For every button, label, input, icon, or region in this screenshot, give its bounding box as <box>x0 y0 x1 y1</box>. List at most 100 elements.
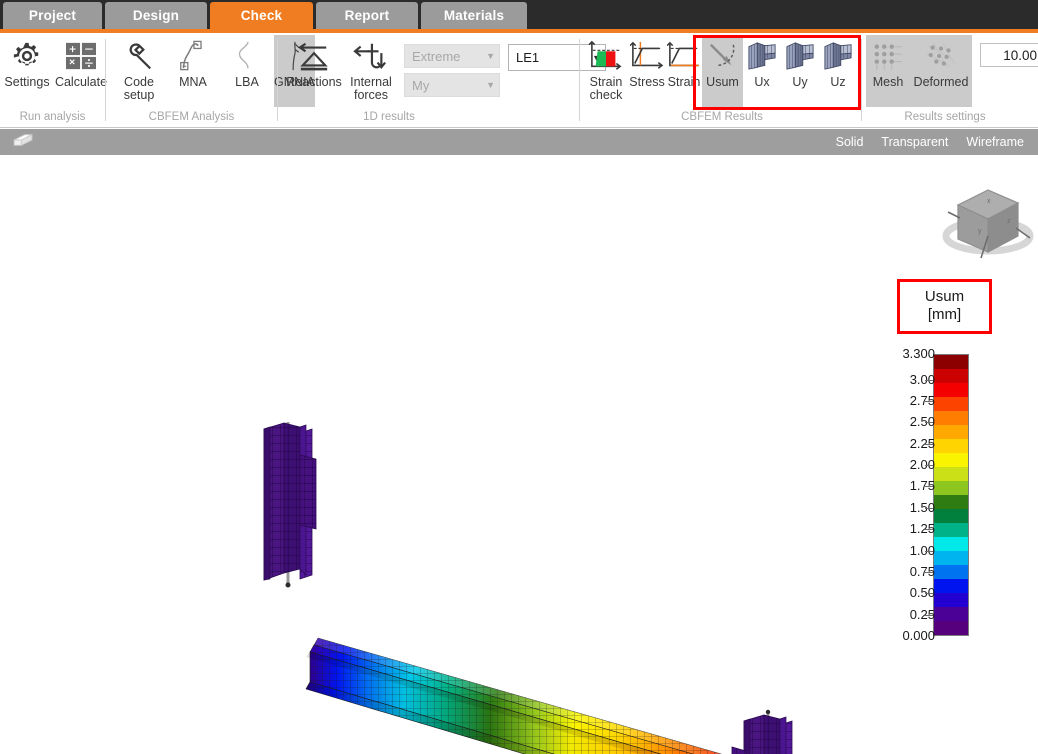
legend-tick-label: 0.000 <box>902 628 935 643</box>
group-label-run-analysis: Run analysis <box>19 111 86 123</box>
legend-tick-mark <box>925 507 933 509</box>
legend-title-box: Usum [mm] <box>897 279 992 334</box>
view-mode-solid[interactable]: Solid <box>836 135 864 149</box>
legend-unit-label: [mm] <box>927 306 962 323</box>
tab-design-label: Design <box>132 8 180 23</box>
ribbon-group-1d-results: Reactions Internal forces Extreme ▼ My ▼… <box>280 33 606 128</box>
wrench-icon <box>124 38 154 74</box>
load-effect-select-value: LE1 <box>516 50 540 65</box>
uz-icon <box>821 38 855 74</box>
mesh-label: Mesh <box>872 75 904 89</box>
ux-button[interactable]: Ux <box>743 35 781 107</box>
extreme-select-value: Extreme <box>412 48 461 64</box>
tab-project[interactable]: Project <box>3 2 102 29</box>
lba-label: LBA <box>235 75 259 89</box>
ux-icon <box>745 38 779 74</box>
component-select-value: My <box>412 77 430 93</box>
extreme-select[interactable]: Extreme ▼ <box>404 44 500 68</box>
group-label-results-settings: Results settings <box>904 111 986 123</box>
reactions-button[interactable]: Reactions <box>284 35 344 107</box>
chevron-down-icon: ▼ <box>486 80 495 90</box>
tab-materials[interactable]: Materials <box>421 2 527 29</box>
mna-label: MNA <box>179 75 207 89</box>
results-legend: Usum [mm] 3.300 3.00 2.75 2.50 2.25 2.00 1.75 1… <box>885 279 1035 644</box>
tab-check-label: Check <box>240 8 283 23</box>
ribbon-toolbar: Settings Calculate Run analysis Code set… <box>0 33 1038 128</box>
tab-materials-label: Materials <box>443 8 505 23</box>
left-column <box>263 422 317 588</box>
ribbon-separator-1 <box>105 39 106 121</box>
legend-tick-mark <box>925 593 933 595</box>
internal-forces-button[interactable]: Internal forces <box>344 35 398 107</box>
uy-button[interactable]: Uy <box>781 35 819 107</box>
view-mode-transparent[interactable]: Transparent <box>881 135 948 149</box>
ribbon-group-run-analysis: Settings Calculate Run analysis <box>0 33 108 128</box>
usum-button[interactable]: Usum <box>702 35 743 107</box>
strain-label: Strain <box>667 75 701 89</box>
group-label-1d-results: 1D results <box>363 111 415 123</box>
strain-button[interactable]: Strain <box>666 35 702 107</box>
beam <box>305 637 723 754</box>
tab-design[interactable]: Design <box>105 2 207 29</box>
deformed-label: Deformed <box>913 75 969 89</box>
application-window: Project Design Check Report Materials Se… <box>0 0 1038 754</box>
calculate-button[interactable]: Calculate <box>54 35 108 107</box>
code-setup-button[interactable]: Code setup <box>112 35 166 107</box>
legend-tick-mark <box>925 422 933 424</box>
view-mode-bar: Solid Transparent Wireframe <box>0 129 1038 155</box>
tab-project-label: Project <box>28 8 77 23</box>
color-bar-ticks: 3.300 3.00 2.75 2.50 2.25 2.00 1.75 1.50 1.25 1.0… <box>885 344 1035 644</box>
stress-label: Stress <box>629 75 665 89</box>
uy-label: Uy <box>792 75 808 89</box>
color-bar-wrapper: 3.300 3.00 2.75 2.50 2.25 2.00 1.75 1.50 1.25 1.0… <box>885 344 1035 644</box>
calculator-icon <box>65 38 97 74</box>
legend-tick-mark <box>925 571 933 573</box>
code-setup-label: Code setup <box>123 75 155 102</box>
ribbon-group-results-settings: Mesh Deformed 10.00 Results settings <box>864 33 1038 128</box>
legend-tick-label: 3.300 <box>902 346 935 361</box>
mesh-icon <box>872 38 904 74</box>
component-select[interactable]: My ▼ <box>404 73 500 97</box>
legend-tick-mark <box>925 614 933 616</box>
view-cube-icon[interactable] <box>12 132 34 153</box>
strain-check-button[interactable]: Strain check <box>584 35 628 107</box>
internal-forces-label: Internal forces <box>350 75 392 102</box>
uz-button[interactable]: Uz <box>819 35 857 107</box>
legend-tick-mark <box>925 465 933 467</box>
legend-tick-mark <box>925 379 933 381</box>
deformation-scale-value: 10.00 <box>1003 47 1037 63</box>
ribbon-separator-4 <box>861 39 862 121</box>
ribbon-separator-2 <box>277 39 278 121</box>
ribbon-tab-strip: Project Design Check Report Materials <box>0 0 1038 29</box>
usum-icon <box>707 38 739 74</box>
deformed-button[interactable]: Deformed <box>910 35 972 107</box>
tab-check[interactable]: Check <box>210 2 313 29</box>
legend-quantity-label: Usum <box>924 288 965 305</box>
legend-tick-mark <box>925 443 933 445</box>
mesh-button[interactable]: Mesh <box>866 35 910 107</box>
right-column <box>731 709 793 754</box>
tab-report[interactable]: Report <box>316 2 418 29</box>
uy-icon <box>783 38 817 74</box>
group-label-cbfem-results: CBFEM Results <box>681 111 763 123</box>
model-viewport[interactable]: yzx Usum [mm] 3.300 3.00 2.75 2.50 2.25 … <box>0 155 1038 754</box>
view-mode-wireframe[interactable]: Wireframe <box>966 135 1024 149</box>
legend-tick-mark <box>925 401 933 402</box>
strain-curve-icon <box>667 38 701 74</box>
deformation-scale-spinner[interactable]: 10.00 ▲ ▼ <box>980 43 1038 67</box>
settings-button[interactable]: Settings <box>0 35 54 107</box>
mna-button[interactable]: MNA <box>166 35 220 107</box>
gear-icon <box>12 38 42 74</box>
strain-check-icon <box>588 38 624 74</box>
legend-tick-mark <box>925 529 933 531</box>
legend-tick-mark <box>925 550 933 552</box>
fe-model-render <box>263 422 793 754</box>
stress-button[interactable]: Stress <box>628 35 666 107</box>
internal-forces-icon <box>353 38 389 74</box>
reactions-icon <box>296 38 332 74</box>
uz-label: Uz <box>830 75 846 89</box>
lba-button[interactable]: LBA <box>220 35 274 107</box>
calculate-label: Calculate <box>54 75 108 89</box>
chevron-down-icon: ▼ <box>486 51 495 61</box>
usum-label: Usum <box>706 75 739 89</box>
